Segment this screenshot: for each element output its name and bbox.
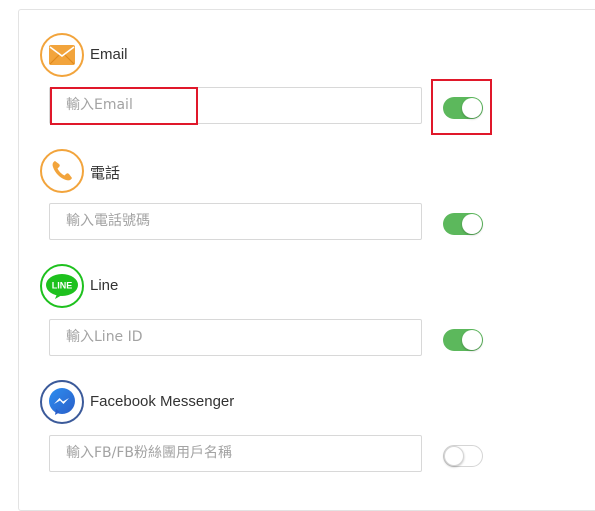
channel-label-line: Line [90,277,119,294]
phone-field[interactable]: 輸入電話號碼 [49,203,422,240]
svg-text:LINE: LINE [52,281,73,291]
messenger-field[interactable]: 輸入FB/FB粉絲團用戶名稱 [49,435,422,472]
toggle-knob [462,214,482,234]
channel-label-messenger: Facebook Messenger [90,393,235,410]
toggle-knob [444,446,464,466]
channel-messenger: Facebook Messenger 輸入FB/FB粉絲團用戶名稱 [0,0,595,472]
toggle-knob [462,330,482,350]
phone-icon [40,149,84,193]
messenger-icon [40,380,84,424]
line-id-field[interactable]: 輸入Line ID [49,319,422,356]
messenger-toggle[interactable] [443,445,483,467]
channel-label-phone: 電話 [90,165,121,182]
phone-toggle[interactable] [443,213,483,235]
line-icon: LINE [40,264,84,308]
line-toggle[interactable] [443,329,483,351]
